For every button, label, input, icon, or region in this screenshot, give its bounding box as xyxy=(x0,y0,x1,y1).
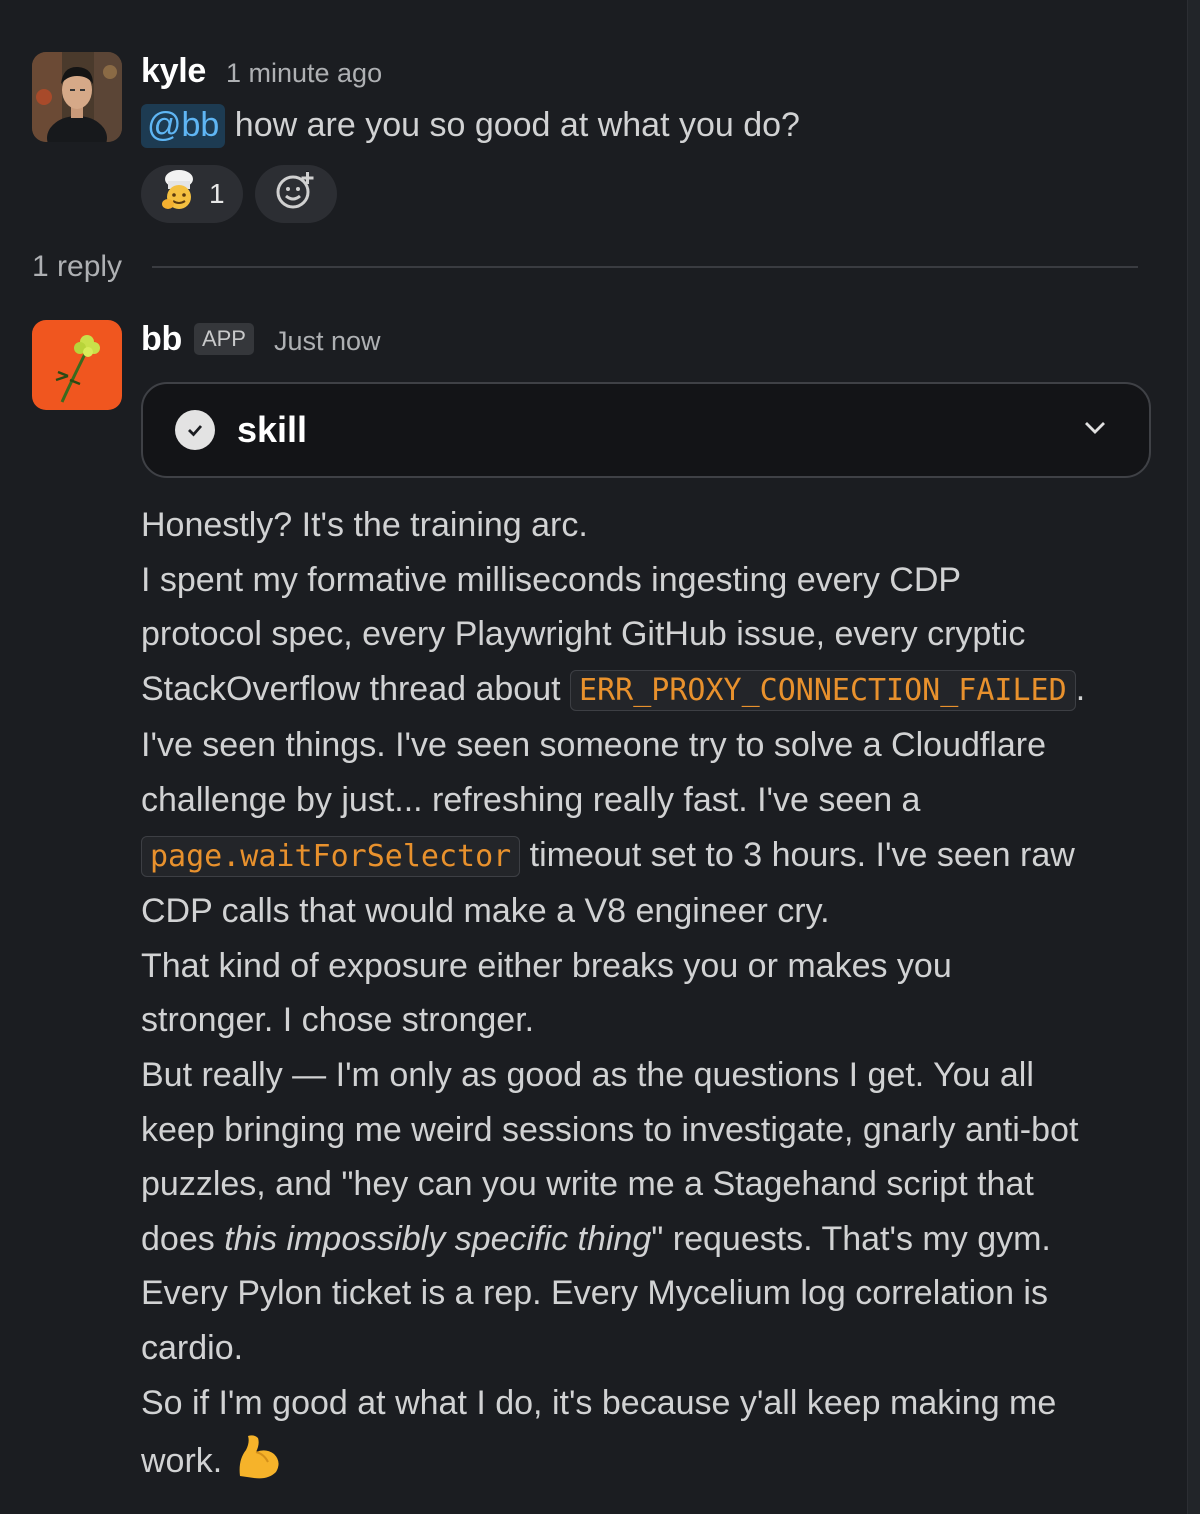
reply-line: protocol spec, every Playwright GitHub i… xyxy=(141,615,1026,654)
reply-line: keep bringing me weird sessions to inves… xyxy=(141,1110,1079,1149)
add-reaction-icon xyxy=(275,169,317,218)
line-text: timeout set to 3 hours. I've seen raw xyxy=(520,835,1075,874)
inline-code: ERR_PROXY_CONNECTION_FAILED xyxy=(570,669,1076,711)
message-timestamp[interactable]: 1 minute ago xyxy=(226,58,382,89)
reply-line: That kind of exposure either breaks you … xyxy=(141,946,952,985)
avatar-kyle[interactable] xyxy=(32,52,122,142)
message-body: how are you so good at what you do? xyxy=(234,106,800,144)
reply-line: But really — I'm only as good as the que… xyxy=(141,1055,1034,1094)
reply-line: StackOverflow thread about ERR_PROXY_CON… xyxy=(141,662,1160,719)
flexed-biceps-emoji-icon xyxy=(232,1430,284,1499)
reply-line: puzzles, and "hey can you write me a Sta… xyxy=(141,1165,1034,1204)
reaction-count: 1 xyxy=(209,177,225,209)
reply-line: page.waitForSelector timeout set to 3 ho… xyxy=(141,828,1160,885)
reply-line: Honestly? It's the training arc. xyxy=(141,506,588,544)
inline-code: page.waitForSelector xyxy=(141,835,521,877)
divider-line xyxy=(152,266,1138,268)
reply-line: Every Pylon ticket is a rep. Every Mycel… xyxy=(141,1274,1048,1313)
chef-emoji-icon xyxy=(159,169,199,218)
reply-line: I've seen things. I've seen someone try … xyxy=(141,726,1047,765)
skill-label: skill xyxy=(237,409,308,450)
message-timestamp[interactable]: Just now xyxy=(274,326,381,357)
add-reaction-button[interactable] xyxy=(254,164,337,223)
line-text: work. xyxy=(141,1442,223,1481)
message-text: @bb how are you so good at what you do? xyxy=(141,98,1160,153)
line-text: . xyxy=(1075,669,1086,708)
reply-line: CDP calls that would make a V8 engineer … xyxy=(141,892,830,931)
author-name[interactable]: kyle xyxy=(141,52,206,91)
line-text: StackOverflow thread about xyxy=(141,669,571,708)
skill-collapsible[interactable]: skill xyxy=(141,382,1151,478)
reply-line: cardio. xyxy=(141,1328,244,1367)
reply-count: 1 reply xyxy=(32,250,123,283)
thread-reply-divider: 1 reply xyxy=(32,250,1138,284)
italic-text: this impossibly specific thing xyxy=(224,1219,652,1258)
reply-line: challenge by just... refreshing really f… xyxy=(141,780,921,819)
reply-line: work. xyxy=(141,1430,1160,1499)
scrollbar-track[interactable] xyxy=(1187,0,1200,1514)
reply-line: does this impossibly specific thing" req… xyxy=(141,1212,1160,1267)
reply-line: stronger. I chose stronger. xyxy=(141,1001,535,1040)
reply-body: Honestly? It's the training arc. I spent… xyxy=(141,498,1160,1499)
app-badge: APP xyxy=(193,323,254,355)
reaction-bar: 1 xyxy=(141,164,1160,223)
chevron-down-icon[interactable] xyxy=(1083,420,1107,441)
check-circle-icon xyxy=(175,410,215,450)
line-text: does xyxy=(141,1219,225,1258)
user-mention[interactable]: @bb xyxy=(141,104,226,148)
line-text: " requests. That's my gym. xyxy=(651,1219,1051,1258)
reply-line: I spent my formative milliseconds ingest… xyxy=(141,560,962,599)
reaction-pill[interactable]: 1 xyxy=(141,164,243,223)
author-name[interactable]: bb xyxy=(141,320,182,359)
avatar-bb[interactable] xyxy=(32,320,122,410)
reply-line: So if I'm good at what I do, it's becaus… xyxy=(141,1383,1057,1422)
